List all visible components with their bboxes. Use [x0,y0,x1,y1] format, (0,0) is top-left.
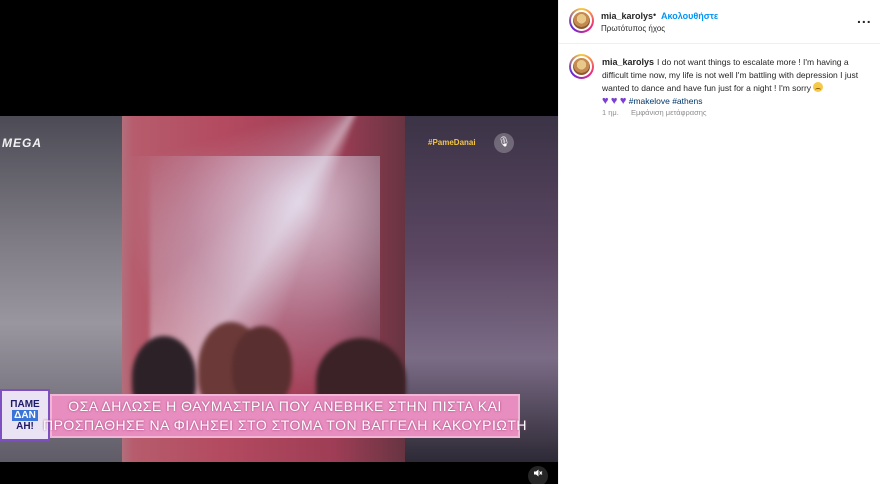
purple-heart-icon: ♥ [610,95,618,107]
comment-username[interactable]: mia_karolys [602,57,654,67]
caption-line: ΠΡΟΣΠΑΘΗΣΕ ΝΑ ΦΙΛΗΣΕΙ ΣΤΟ ΣΤΟΜΑ ΤΟΝ ΒΑΓΓ… [42,417,528,433]
avatar[interactable] [569,54,594,79]
show-logo-line: ΑΗ! [16,420,34,432]
video-frame[interactable]: MEGA #PameDanai 🎙 ΠΑΜΕ ΔΑΝ ΑΗ! ΟΣΑ ΔΗΛΩΣ… [0,116,558,462]
audio-label[interactable]: Πρωτότυπος ήχος [601,24,665,33]
avatar[interactable] [569,8,594,33]
sad-face-emoji-icon [813,82,824,92]
show-hashtag-badge: #PameDanai [428,138,476,147]
hashtag-link[interactable]: #athens [672,96,702,106]
show-logo-line: ΔΑΝ [12,409,38,421]
caption-line: ΟΣΑ ΔΗΛΩΣΕ Η ΘΑΥΜΑΣΤΡΙΑ ΠΟΥ ΑΝΕΒΗΚΕ ΣΤΗΝ… [68,398,502,414]
purple-heart-icon: ♥ [602,95,609,107]
avatar-image [571,56,592,77]
avatar-image [571,10,592,31]
author-username[interactable]: mia_karolys [601,11,653,21]
more-options-icon[interactable]: ... [857,10,872,26]
channel-logo: MEGA [2,136,42,150]
purple-heart-icon: ♥ [619,95,627,107]
show-logo-line: ΠΑΜΕ [10,398,40,410]
separator-dot: • [653,10,657,20]
video-caption-banner: ΟΣΑ ΔΗΛΩΣΕ Η ΘΑΥΜΑΣΤΡΙΑ ΠΟΥ ΑΝΕΒΗΚΕ ΣΤΗΝ… [43,394,527,438]
video-player[interactable]: MEGA #PameDanai 🎙 ΠΑΜΕ ΔΑΝ ΑΗ! ΟΣΑ ΔΗΛΩΣ… [0,0,558,484]
microphone-icon: 🎙 [494,133,514,153]
hashtag-link[interactable]: #makelove [629,96,670,106]
show-translation-button[interactable]: Εμφάνιση μετάφρασης [631,108,707,117]
caption-text: mia_karolys I do not want things to escal… [602,56,874,108]
post-age[interactable]: 1 ημ. [602,108,619,117]
comment-meta: 1 ημ. Εμφάνιση μετάφρασης [602,108,717,117]
follow-button[interactable]: Ακολουθήστε [661,11,718,21]
post-side-panel: mia_karolys • Ακολουθήστε Πρωτότυπος ήχο… [558,0,880,484]
speaker-muted-glyph [534,469,543,477]
post-header: mia_karolys • Ακολουθήστε Πρωτότυπος ήχο… [559,0,880,44]
speaker-muted-icon[interactable] [528,466,548,484]
